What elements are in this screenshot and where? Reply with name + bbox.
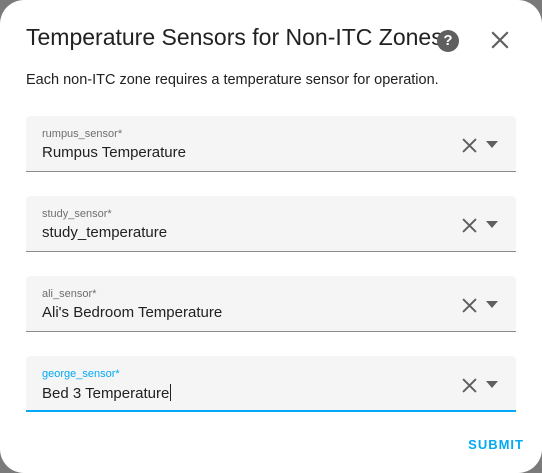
- field-value[interactable]: Ali's Bedroom Temperature: [42, 304, 222, 321]
- field-value-text: Bed 3 Temperature: [42, 385, 170, 402]
- field-label: george_sensor*: [42, 368, 120, 380]
- dialog: Temperature Sensors for Non-ITC Zones ? …: [0, 0, 542, 473]
- text-caret: [170, 384, 172, 401]
- field-value[interactable]: Rumpus Temperature: [42, 144, 186, 161]
- help-icon[interactable]: ?: [437, 30, 459, 52]
- chevron-down-icon[interactable]: [486, 221, 498, 228]
- study-sensor-field[interactable]: study_sensor* study_temperature: [26, 196, 516, 252]
- rumpus-sensor-field[interactable]: rumpus_sensor* Rumpus Temperature: [26, 116, 516, 172]
- george-sensor-field[interactable]: george_sensor* Bed 3 Temperature: [26, 356, 516, 412]
- field-label: ali_sensor*: [42, 288, 97, 300]
- field-label: study_sensor*: [42, 208, 112, 220]
- chevron-down-icon[interactable]: [486, 381, 498, 388]
- field-value[interactable]: Bed 3 Temperature: [42, 384, 172, 402]
- ali-sensor-field[interactable]: ali_sensor* Ali's Bedroom Temperature: [26, 276, 516, 332]
- field-value[interactable]: study_temperature: [42, 224, 167, 241]
- clear-icon[interactable]: [462, 138, 477, 153]
- field-label: rumpus_sensor*: [42, 128, 123, 140]
- submit-button[interactable]: SUBMIT: [454, 437, 524, 452]
- clear-icon[interactable]: [462, 378, 477, 393]
- clear-icon[interactable]: [462, 298, 477, 313]
- clear-icon[interactable]: [462, 218, 477, 233]
- chevron-down-icon[interactable]: [486, 301, 498, 308]
- chevron-down-icon[interactable]: [486, 141, 498, 148]
- dialog-title: Temperature Sensors for Non-ITC Zones: [26, 24, 443, 50]
- close-icon[interactable]: [488, 28, 512, 52]
- dialog-description: Each non-ITC zone requires a temperature…: [26, 72, 439, 88]
